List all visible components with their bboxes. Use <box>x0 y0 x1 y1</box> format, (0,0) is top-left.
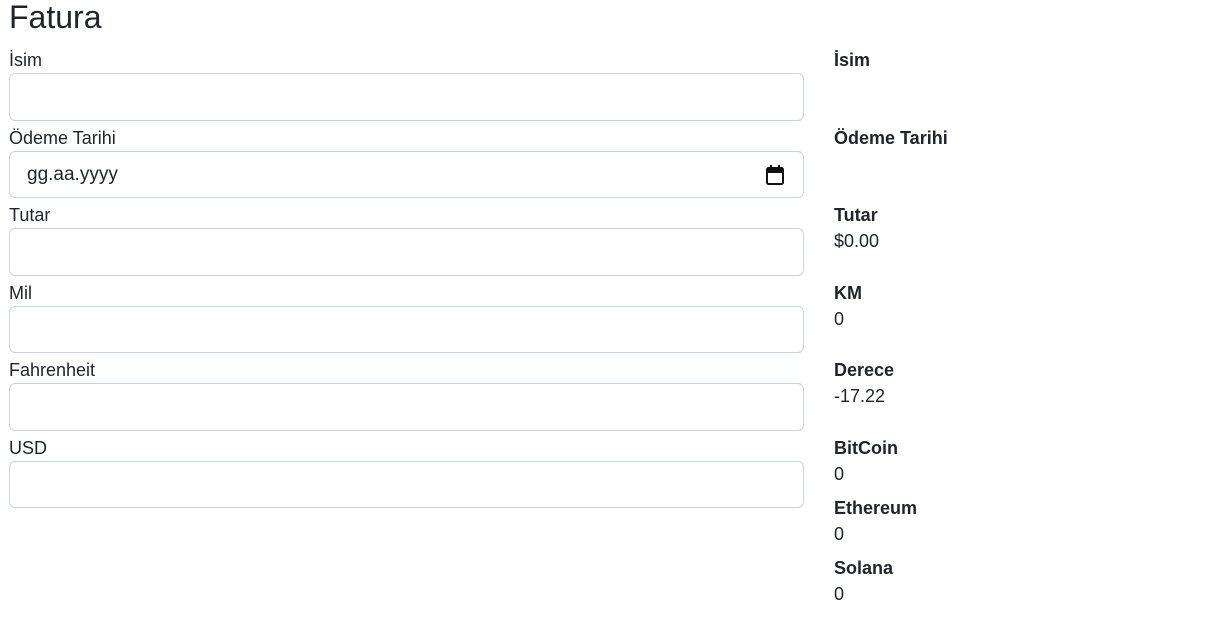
summary-name-value <box>834 73 1194 99</box>
summary-km-value: 0 <box>834 309 845 329</box>
date-label: Ödeme Tarihi <box>9 128 116 148</box>
summary-date-label: Ödeme Tarihi <box>834 128 948 148</box>
summary-ethereum-value: 0 <box>834 524 845 544</box>
page-title: Fatura <box>9 0 102 35</box>
date-field-group: Ödeme Tarihi gg.aa.yyyy <box>9 125 804 202</box>
summary-amount: Tutar $0.00 <box>834 202 1194 280</box>
amount-label: Tutar <box>9 205 51 225</box>
summary-km: KM 0 <box>834 280 1194 357</box>
fahrenheit-label: Fahrenheit <box>9 360 96 380</box>
summary-amount-label: Tutar <box>834 205 878 225</box>
summary-name: İsim <box>834 47 1194 125</box>
summary-bitcoin-value: 0 <box>834 464 845 484</box>
summary-km-label: KM <box>834 283 862 303</box>
summary-name-label: İsim <box>834 50 871 70</box>
name-label: İsim <box>9 50 42 70</box>
summary-solana-value: 0 <box>834 584 845 604</box>
usd-field-group: USD <box>9 435 804 513</box>
usd-label: USD <box>9 438 48 458</box>
fahrenheit-input[interactable] <box>9 383 804 431</box>
summary-celsius-label: Derece <box>834 360 895 380</box>
summary-celsius-value: -17.22 <box>834 386 886 406</box>
mile-field-group: Mil <box>9 280 804 357</box>
usd-input[interactable] <box>9 461 804 508</box>
summary-solana: Solana 0 <box>834 555 1194 615</box>
payment-date-input[interactable]: gg.aa.yyyy <box>9 151 804 198</box>
summary-celsius: Derece -17.22 <box>834 357 1194 435</box>
summary-amount-value: $0.00 <box>834 231 880 251</box>
summary-date: Ödeme Tarihi <box>834 125 1194 202</box>
invoice-summary: İsim Ödeme Tarihi Tutar $0.00 KM 0 Derec… <box>834 47 1194 615</box>
name-field-group: İsim <box>9 47 804 125</box>
summary-bitcoin: BitCoin 0 <box>834 435 1194 495</box>
fahrenheit-field-group: Fahrenheit <box>9 357 804 435</box>
amount-field-group: Tutar <box>9 202 804 280</box>
name-input[interactable] <box>9 73 804 121</box>
invoice-form: İsim Ödeme Tarihi gg.aa.yyyy Tutar Mil F… <box>9 47 804 513</box>
summary-solana-label: Solana <box>834 558 894 578</box>
summary-bitcoin-label: BitCoin <box>834 438 898 458</box>
mile-label: Mil <box>9 283 32 303</box>
summary-ethereum-label: Ethereum <box>834 498 918 518</box>
invoice-page: Fatura İsim Ödeme Tarihi gg.aa.yyyy Tuta… <box>0 0 1206 636</box>
summary-ethereum: Ethereum 0 <box>834 495 1194 555</box>
date-placeholder: gg.aa.yyyy <box>27 163 118 185</box>
calendar-icon[interactable] <box>766 165 784 185</box>
amount-input[interactable] <box>9 228 804 276</box>
mile-input[interactable] <box>9 306 804 353</box>
summary-date-value <box>834 151 1194 177</box>
